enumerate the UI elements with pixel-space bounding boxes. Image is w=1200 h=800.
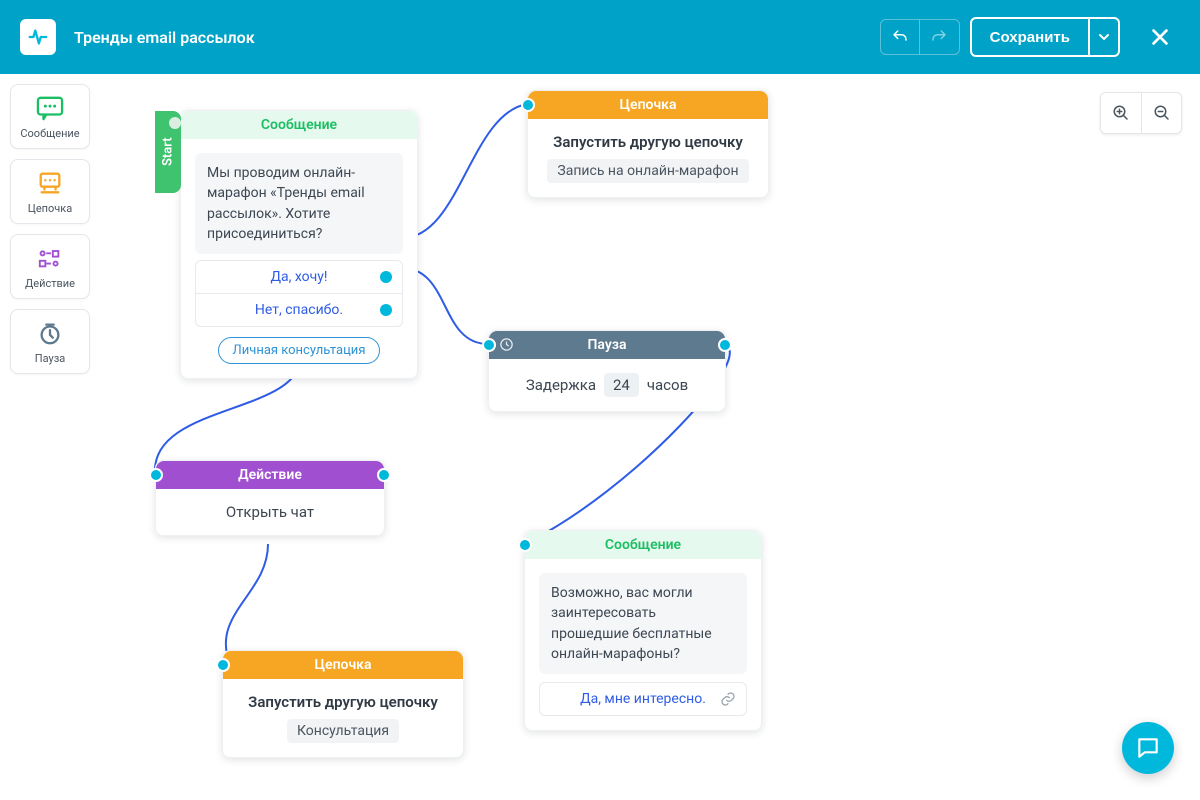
node-title: Запустить другую цепочку [542, 133, 754, 151]
delay-pre: Задержка [526, 376, 596, 394]
action-icon [35, 245, 65, 271]
node-header-label: Действие [238, 467, 302, 483]
chevron-down-icon [1099, 32, 1109, 42]
node-header: Пауза [489, 331, 725, 359]
node-header-label: Цепочка [620, 97, 677, 113]
option-label: Да, мне интересно. [580, 691, 706, 707]
port-in [216, 658, 230, 672]
port-in [521, 98, 535, 112]
palette-label: Пауза [35, 352, 66, 365]
node-action[interactable]: Действие Открыть чат [155, 460, 385, 536]
link-icon [720, 691, 736, 707]
message-text: Мы проводим онлайн-марафон «Тренды email… [195, 153, 403, 254]
app-header: Тренды email рассылок Сохранить [0, 0, 1200, 74]
palette-label: Сообщение [20, 127, 79, 140]
chat-icon [1135, 735, 1161, 761]
port-icon [380, 271, 392, 283]
node-chain-bottom[interactable]: Цепочка Запустить другую цепочку Консуль… [222, 650, 464, 758]
save-button[interactable]: Сохранить [970, 17, 1090, 57]
option-label: Нет, спасибо. [255, 302, 343, 318]
node-header: Сообщение [181, 111, 417, 139]
node-body: Запустить другую цепочку Консультация [223, 679, 463, 757]
message-icon [35, 95, 65, 121]
palette-item-action[interactable]: Действие [10, 234, 90, 299]
node-body: Мы проводим онлайн-марафон «Тренды email… [181, 139, 417, 378]
app-logo [20, 19, 56, 55]
page-title: Тренды email рассылок [74, 28, 880, 47]
pulse-icon [27, 26, 49, 48]
node-header: Цепочка [528, 91, 768, 119]
palette-label: Цепочка [28, 202, 72, 215]
undo-button[interactable] [880, 19, 920, 55]
message-options: Да, мне интересно. [539, 682, 747, 716]
clock-icon [499, 337, 514, 356]
save-group: Сохранить [970, 17, 1120, 57]
help-chat-button[interactable] [1122, 722, 1174, 774]
zoom-in-icon [1112, 104, 1130, 122]
port-out [718, 338, 732, 352]
message-options: Да, хочу! Нет, спасибо. [195, 260, 403, 327]
node-header: Сообщение [525, 531, 761, 559]
node-header-label: Сообщение [261, 117, 337, 133]
redo-icon [930, 28, 948, 46]
node-body: Открыть чат [156, 489, 384, 535]
node-body: Возможно, вас могли заинтересовать проше… [525, 559, 761, 730]
node-header: Цепочка [223, 651, 463, 679]
option-interested[interactable]: Да, мне интересно. [540, 683, 746, 715]
node-chain-top[interactable]: Цепочка Запустить другую цепочку Запись … [527, 90, 769, 198]
node-body: Задержка 24 часов [489, 359, 725, 411]
node-body: Запустить другую цепочку Запись на онлай… [528, 119, 768, 197]
option-yes[interactable]: Да, хочу! [196, 261, 402, 293]
node-pause[interactable]: Пауза Задержка 24 часов [488, 330, 726, 412]
node-header-label: Цепочка [315, 657, 372, 673]
chain-icon [35, 170, 65, 196]
chain-target-chip: Консультация [287, 719, 399, 743]
node-header: Действие [156, 461, 384, 489]
close-icon [1149, 26, 1171, 48]
palette-label: Действие [25, 277, 75, 290]
zoom-in-button[interactable] [1101, 93, 1141, 133]
palette-item-pause[interactable]: Пауза [10, 309, 90, 374]
delay-value: 24 [604, 373, 639, 397]
node-message-start[interactable]: Start Сообщение Мы проводим онлайн-мараф… [180, 110, 418, 379]
action-title: Открыть чат [170, 503, 370, 521]
close-button[interactable] [1140, 17, 1180, 57]
node-header-label: Пауза [588, 337, 627, 353]
undo-icon [891, 28, 909, 46]
pause-icon [35, 320, 65, 346]
port-out [377, 468, 391, 482]
node-title: Запустить другую цепочку [237, 693, 449, 711]
option-label: Да, хочу! [270, 269, 327, 285]
zoom-out-icon [1153, 104, 1171, 122]
palette-sidebar: Сообщение Цепочка Действие Пауза [10, 84, 90, 374]
port-icon [380, 304, 392, 316]
node-header-label: Сообщение [605, 537, 681, 553]
flow-canvas[interactable]: Start Сообщение Мы проводим онлайн-мараф… [100, 74, 1200, 800]
port-in [518, 538, 532, 552]
node-message-followup[interactable]: Сообщение Возможно, вас могли заинтересо… [524, 530, 762, 731]
zoom-out-button[interactable] [1141, 93, 1181, 133]
palette-item-chain[interactable]: Цепочка [10, 159, 90, 224]
save-dropdown-button[interactable] [1090, 17, 1120, 57]
delay-post: часов [647, 376, 688, 394]
redo-button[interactable] [920, 19, 960, 55]
chain-target-chip: Запись на онлайн-марафон [547, 159, 748, 183]
history-group [880, 19, 960, 55]
header-actions: Сохранить [880, 17, 1180, 57]
consultation-pill[interactable]: Личная консультация [218, 337, 381, 364]
port-in [149, 468, 163, 482]
palette-item-message[interactable]: Сообщение [10, 84, 90, 149]
port-in [482, 338, 496, 352]
option-no[interactable]: Нет, спасибо. [196, 293, 402, 326]
zoom-controls [1100, 92, 1182, 134]
message-text: Возможно, вас могли заинтересовать проше… [539, 573, 747, 674]
